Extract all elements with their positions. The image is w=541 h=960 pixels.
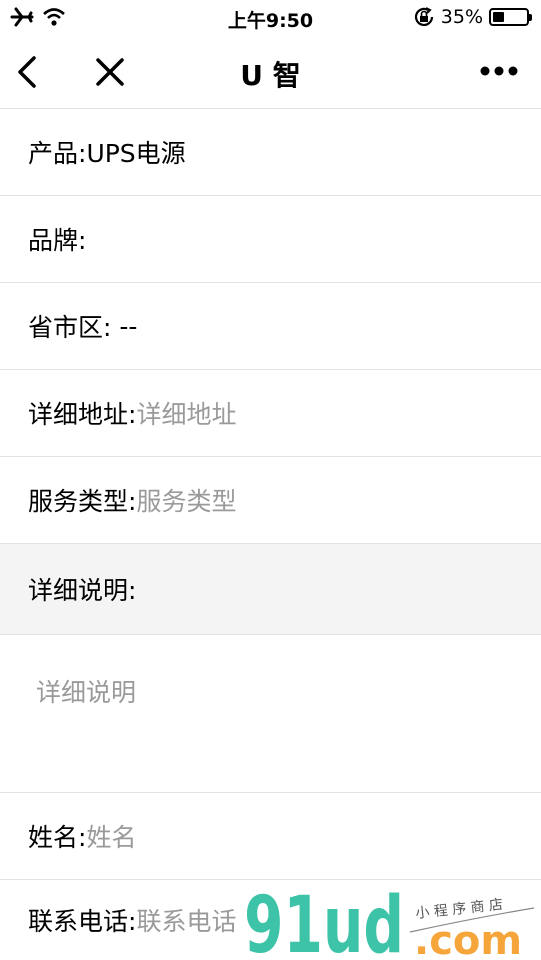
brand-row: 品牌: [0, 195, 541, 282]
name-input[interactable]: 姓名 [86, 818, 136, 854]
service-type-input[interactable]: 服务类型 [136, 482, 236, 518]
product-row: 产品: UPS电源 [0, 108, 541, 195]
address-label: 详细地址: [28, 400, 137, 429]
phone-label: 联系电话: [28, 907, 137, 936]
name-row: 姓名: 姓名 [0, 792, 541, 879]
phone-input[interactable]: 联系电话 [136, 902, 236, 938]
brand-label: 品牌: [28, 226, 87, 255]
watermark-logo: 91ud 小 程 序 商 店 .com [244, 888, 535, 960]
region-row[interactable]: 省市区: -- [0, 282, 541, 369]
more-button[interactable] [474, 56, 524, 86]
product-label: 产品: [28, 139, 87, 168]
product-value: UPS电源 [86, 139, 186, 168]
region-value[interactable]: -- [111, 312, 137, 341]
description-label: 详细说明: [28, 576, 137, 605]
region-label: 省市区: [28, 313, 112, 342]
address-row: 详细地址: 详细地址 [0, 369, 541, 456]
battery-percent: 35% [440, 6, 483, 28]
name-label: 姓名: [28, 823, 87, 852]
more-icon [480, 66, 518, 76]
service-type-label: 服务类型: [28, 487, 137, 516]
nav-bar: U 智 [0, 36, 541, 108]
description-header: 详细说明: [0, 543, 541, 634]
page-title: U 智 [240, 59, 301, 92]
address-input[interactable]: 详细地址 [136, 395, 236, 431]
battery-icon [489, 8, 532, 26]
watermark-domain: .com [414, 918, 522, 960]
status-bar: 上午9:50 35% [0, 0, 541, 36]
service-type-row: 服务类型: 服务类型 [0, 456, 541, 543]
watermark-brand: 91ud [244, 888, 404, 960]
status-right: 35% [413, 6, 532, 28]
description-textarea[interactable]: 详细说明 [0, 634, 541, 792]
description-placeholder: 详细说明 [36, 678, 137, 707]
battery-fill [493, 12, 504, 22]
rotation-lock-icon [414, 7, 433, 26]
